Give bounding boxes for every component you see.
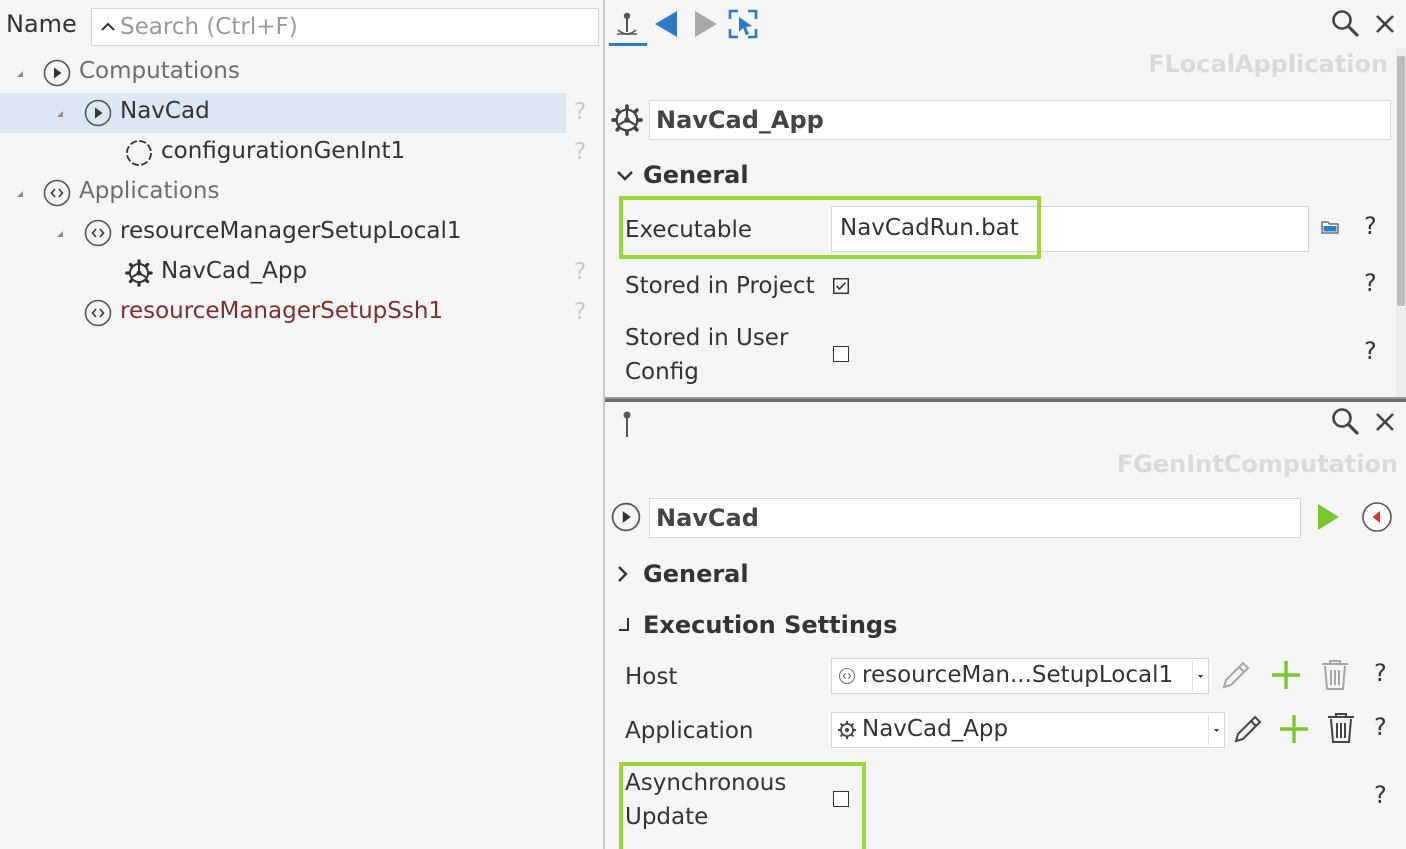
property-panel-bottom: FGenIntComputation NavCad General Execut… — [605, 402, 1406, 849]
pin-icon[interactable] — [613, 408, 645, 440]
computation-icon — [611, 502, 641, 532]
dropdown-arrow-icon[interactable] — [1192, 661, 1208, 691]
collapse-corner-icon[interactable] — [615, 615, 635, 635]
asynchronous-update-highlight — [619, 762, 866, 849]
help-icon[interactable]: ? — [1374, 781, 1387, 809]
chevron-down-icon[interactable] — [615, 166, 635, 186]
application-icon — [43, 179, 71, 207]
help-icon[interactable]: ? — [1374, 713, 1387, 741]
computation-icon — [84, 99, 112, 127]
host-label: Host — [625, 664, 678, 690]
search-input[interactable] — [120, 11, 590, 43]
edit-pencil-icon[interactable] — [1219, 658, 1253, 692]
application-label: Application — [625, 718, 754, 744]
pin-icon[interactable] — [613, 8, 645, 40]
tree-node-label: NavCad — [120, 98, 210, 124]
close-icon[interactable] — [1369, 8, 1401, 40]
section-execution-settings[interactable]: Execution Settings — [643, 611, 897, 639]
expand-toggle-icon[interactable] — [52, 226, 68, 242]
tree-node-navcad[interactable]: NavCad ? — [0, 93, 604, 133]
class-name-label: FGenIntComputation — [1116, 450, 1398, 478]
tree-node-configuration[interactable]: configurationGenInt1 ? — [0, 133, 604, 173]
configuration-icon — [126, 140, 152, 166]
host-select[interactable]: resourceMan...SetupLocal1 — [831, 658, 1209, 694]
expand-toggle-icon[interactable] — [12, 186, 28, 202]
stored-in-user-config-label-line2: Config — [625, 359, 699, 385]
tree-panel: Name Computations NavCad ? configuration… — [0, 0, 604, 849]
search-icon[interactable] — [1329, 406, 1361, 438]
application-select[interactable]: NavCad_App — [831, 712, 1225, 748]
tree-node-label: resourceManagerSetupLocal1 — [120, 218, 462, 244]
stored-in-user-config-checkbox[interactable] — [833, 346, 849, 362]
folder-icon[interactable] — [1321, 219, 1339, 235]
add-icon[interactable] — [1277, 712, 1311, 746]
stored-in-project-label: Stored in Project — [625, 273, 815, 299]
resource-manager-icon — [838, 667, 856, 685]
delete-icon[interactable] — [1319, 658, 1351, 692]
gear-icon — [837, 720, 857, 740]
gear-icon — [125, 259, 153, 287]
top-panel-scrollbar[interactable] — [1396, 48, 1406, 398]
stored-in-user-config-label-line1: Stored in User — [625, 325, 789, 351]
run-icon[interactable] — [1315, 502, 1341, 532]
tree-node-label: resourceManagerSetupSsh1 — [120, 298, 444, 324]
class-name-label: FLocalApplication — [1148, 50, 1388, 78]
application-value: NavCad_App — [862, 716, 1009, 742]
help-icon[interactable]: ? — [574, 299, 586, 325]
object-name-field[interactable]: NavCad_App — [649, 100, 1391, 140]
edit-pencil-icon[interactable] — [1231, 712, 1265, 746]
help-icon[interactable]: ? — [1364, 337, 1377, 365]
pin-active-indicator — [609, 43, 647, 46]
help-icon[interactable]: ? — [574, 139, 586, 165]
section-general[interactable]: General — [643, 560, 749, 588]
help-icon[interactable]: ? — [574, 99, 586, 125]
name-column-header[interactable]: Name — [6, 10, 77, 38]
sort-caret-icon[interactable] — [97, 15, 119, 39]
tree-node-label: NavCad_App — [161, 258, 308, 284]
search-icon[interactable] — [1329, 8, 1361, 40]
expand-toggle-icon[interactable] — [12, 66, 28, 82]
scrollbar-thumb[interactable] — [1397, 56, 1405, 306]
computation-icon — [43, 59, 71, 87]
object-name-field[interactable]: NavCad — [649, 498, 1301, 538]
property-panel-top: FLocalApplication NavCad_App General Exe… — [605, 0, 1406, 398]
tree-node-label: configurationGenInt1 — [161, 138, 406, 164]
tree-node-label: Computations — [79, 58, 240, 84]
add-icon[interactable] — [1269, 658, 1303, 692]
tree-node-navcad-app[interactable]: NavCad_App ? — [0, 253, 604, 293]
tree-node-resource-local[interactable]: resourceManagerSetupLocal1 — [0, 213, 604, 253]
dropdown-arrow-icon[interactable] — [1208, 715, 1224, 745]
search-box[interactable] — [91, 8, 599, 46]
help-icon[interactable]: ? — [574, 259, 586, 285]
stored-in-project-checkbox[interactable] — [833, 278, 849, 294]
close-icon[interactable] — [1369, 406, 1401, 438]
section-general[interactable]: General — [643, 161, 749, 189]
tree-node-applications[interactable]: Applications — [0, 173, 604, 213]
host-value: resourceMan...SetupLocal1 — [862, 662, 1174, 688]
forward-arrow-icon[interactable] — [689, 8, 721, 40]
help-icon[interactable]: ? — [1364, 212, 1377, 240]
tree-node-resource-ssh[interactable]: resourceManagerSetupSsh1 ? — [0, 293, 604, 333]
help-icon[interactable]: ? — [1364, 269, 1377, 297]
tree-node-label: Applications — [79, 178, 220, 204]
tree-node-computations[interactable]: Computations — [0, 53, 604, 93]
back-arrow-icon[interactable] — [651, 8, 683, 40]
help-icon[interactable]: ? — [1374, 659, 1387, 687]
resource-manager-icon — [84, 299, 112, 327]
expand-toggle-icon[interactable] — [52, 106, 68, 122]
delete-icon[interactable] — [1325, 711, 1357, 745]
resource-manager-icon — [84, 219, 112, 247]
executable-highlight — [619, 196, 1041, 259]
gear-icon — [611, 104, 643, 136]
chevron-right-icon[interactable] — [613, 564, 633, 584]
select-in-tree-icon[interactable] — [727, 8, 759, 40]
stop-icon[interactable] — [1361, 501, 1393, 533]
